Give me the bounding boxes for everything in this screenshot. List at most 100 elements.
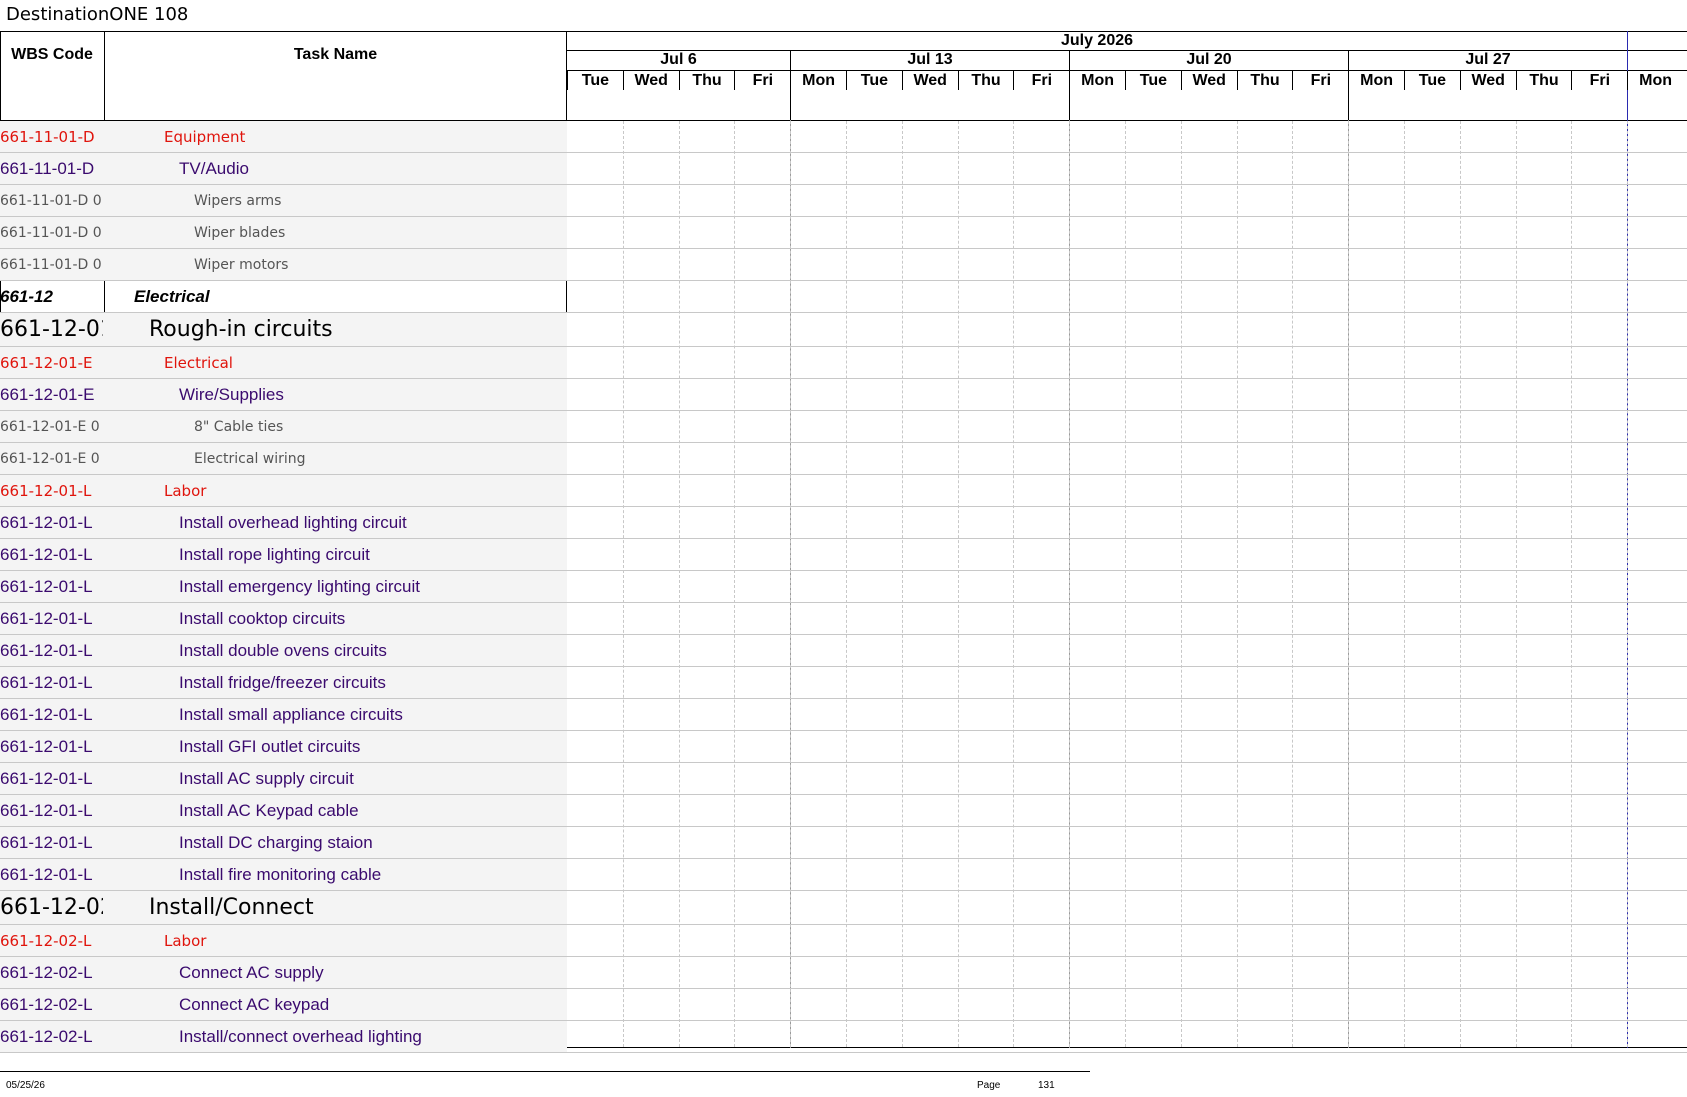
table-row[interactable]: 661-12-01-L Labor: [0, 475, 567, 507]
task-name: Install fridge/freezer circuits: [179, 672, 386, 692]
day-label: Mon: [790, 71, 846, 90]
gantt-frame: WBS Code Task Name July 2026 Jul 6 Jul 1…: [0, 31, 1687, 1053]
table-row[interactable]: 661-12-01-E Wire/Supplies: [0, 379, 567, 411]
day-label: Wed: [1180, 71, 1237, 90]
wbs-code: 661-11-01-D: [0, 158, 95, 178]
timeline-row: [567, 603, 1687, 635]
wbs-code: 661-12-01-E: [0, 353, 93, 372]
wbs-column-header[interactable]: WBS Code: [0, 46, 104, 64]
table-row[interactable]: 661-12-02 Install/Connect: [0, 891, 567, 925]
wbs-code: 661-12-01-L: [0, 512, 93, 532]
day-label: Wed: [1459, 71, 1516, 90]
day-label: Fri: [1571, 71, 1627, 90]
wbs-code: 661-12-01-L: [0, 672, 93, 692]
day-label: Fri: [734, 71, 790, 90]
task-name: Electrical: [134, 286, 210, 306]
wbs-code: 661-12-01-L: [0, 640, 93, 660]
wbs-code: 661-12-01-L: [0, 481, 92, 500]
table-row[interactable]: 661-11-01-D 0 Wiper motors: [0, 249, 567, 281]
table-row[interactable]: 661-11-01-D TV/Audio: [0, 153, 567, 185]
table-row[interactable]: 661-12-01-L Install rope lighting circuit: [0, 539, 567, 571]
day-label: Mon: [1627, 71, 1683, 90]
timeline-row: [567, 153, 1687, 185]
table-row[interactable]: 661-12-01-L Install GFI outlet circuits: [0, 731, 567, 763]
day-label: Tue: [1125, 71, 1181, 90]
table-row[interactable]: 661-12-01-L Install fridge/freezer circui…: [0, 667, 567, 699]
table-row[interactable]: 661-12-02-L Connect AC supply: [0, 957, 567, 989]
table-row[interactable]: 661-11-01-D 0 Wipers arms: [0, 185, 567, 217]
task-name: Install fire monitoring cable: [179, 864, 382, 884]
wbs-code: 661-12-01-L: [0, 768, 93, 788]
table-row[interactable]: 661-12-01 Rough-in circuits: [0, 313, 567, 347]
timeline-row: [567, 475, 1687, 507]
task-name: Install GFI outlet circuits: [179, 736, 361, 756]
table-row[interactable]: 661-12 Electrical: [0, 281, 567, 313]
task-name: Install AC supply circuit: [179, 768, 354, 788]
wbs-code: 661-12-02-L: [0, 1026, 93, 1046]
wbs-code: 661-11-01-D: [0, 127, 95, 146]
week-label: Jul 20: [1186, 51, 1232, 68]
table-row[interactable]: 661-12-02-L Connect AC keypad: [0, 989, 567, 1021]
day-label: Wed: [622, 71, 679, 90]
timeline-row: [567, 667, 1687, 699]
day-label: Wed: [901, 71, 958, 90]
table-row[interactable]: 661-12-01-E 0 Electrical wiring: [0, 443, 567, 475]
footer-page-label: Page: [977, 1080, 1001, 1091]
table-row[interactable]: 661-12-01-L Install emergency lighting ci…: [0, 571, 567, 603]
table-row[interactable]: 661-12-01-E 0 8" Cable ties: [0, 411, 567, 443]
week-label: Jul 27: [1465, 51, 1511, 68]
task-name: Labor: [164, 931, 207, 950]
wbs-code: 661-12-01-E 0: [0, 418, 100, 435]
timeline-row: [567, 379, 1687, 411]
task-name: Install/Connect: [149, 895, 314, 920]
month-label: July 2026: [1060, 32, 1134, 49]
timeline-row: [567, 957, 1687, 989]
timeline-row: [567, 571, 1687, 603]
table-row[interactable]: 661-12-01-L Install overhead lighting cir…: [0, 507, 567, 539]
table-row[interactable]: 661-12-01-L Install fire monitoring cable: [0, 859, 567, 891]
table-row[interactable]: 661-12-01-L Install AC supply circuit: [0, 763, 567, 795]
table-row[interactable]: 661-11-01-D 0 Wiper blades: [0, 217, 567, 249]
table-row[interactable]: 661-12-01-L Install AC Keypad cable: [0, 795, 567, 827]
task-name: Install emergency lighting circuit: [179, 576, 420, 596]
timeline-row: [567, 507, 1687, 539]
timeline-row: [567, 635, 1687, 667]
wbs-code: 661-11-01-D 0: [0, 192, 102, 209]
day-label: Thu: [1236, 71, 1293, 90]
table-row[interactable]: 661-12-01-L Install cooktop circuits: [0, 603, 567, 635]
day-label: Tue: [846, 71, 902, 90]
table-row[interactable]: 661-12-01-L Install DC charging staion: [0, 827, 567, 859]
wbs-code: 661-12-01-L: [0, 864, 93, 884]
day-label: Thu: [678, 71, 735, 90]
day-label: Tue: [1404, 71, 1460, 90]
footer-date: 05/25/26: [6, 1080, 45, 1091]
timeline-row: [567, 121, 1687, 153]
timeline-row: [567, 1021, 1687, 1053]
timeline-row: [567, 827, 1687, 859]
table-row[interactable]: 661-12-02-L Labor: [0, 925, 567, 957]
week-label: Jul 6: [660, 51, 697, 68]
wbs-code: 661-12: [0, 286, 53, 306]
task-name: Connect AC supply: [179, 962, 324, 982]
timeline-row: [567, 347, 1687, 379]
task-name: Install AC Keypad cable: [179, 800, 359, 820]
wbs-code: 661-12-02: [0, 895, 103, 920]
table-row[interactable]: 661-12-01-L Install small appliance circu…: [0, 699, 567, 731]
timeline-row: [567, 313, 1687, 347]
wbs-code: 661-12-01-L: [0, 544, 93, 564]
wbs-code: 661-12-01-L: [0, 832, 93, 852]
timeline-row: [567, 699, 1687, 731]
timeline-row: [567, 795, 1687, 827]
table-row[interactable]: 661-11-01-D Equipment: [0, 121, 567, 153]
table-row[interactable]: 661-12-02-L Install/connect overhead ligh…: [0, 1021, 567, 1053]
table-row[interactable]: 661-12-01-L Install double ovens circuits: [0, 635, 567, 667]
wbs-code: 661-12-01-L: [0, 704, 93, 724]
day-label: Tue: [567, 71, 623, 90]
day-label: Fri: [1013, 71, 1069, 90]
timeline-row: [567, 443, 1687, 475]
task-name: Electrical: [164, 353, 233, 372]
wbs-code: 661-11-01-D 0: [0, 224, 102, 241]
wbs-code: 661-11-01-D 0: [0, 256, 102, 273]
table-row[interactable]: 661-12-01-E Electrical: [0, 347, 567, 379]
task-column-header[interactable]: Task Name: [105, 46, 566, 64]
